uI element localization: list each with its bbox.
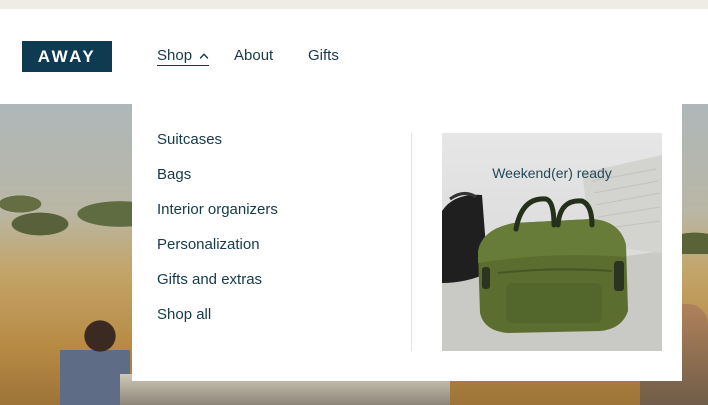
menu-item-gifts-and-extras[interactable]: Gifts and extras [157,271,278,306]
chevron-up-icon [200,53,209,59]
away-logo[interactable]: AWAY [22,41,112,72]
menu-item-shop-all[interactable]: Shop all [157,306,278,341]
menu-divider [411,133,412,351]
nav-shop-label: Shop [157,47,193,64]
shop-dropdown-menu: Suitcases Bags Interior organizers Perso… [132,104,682,381]
promo-title: Weekend(er) ready [492,165,612,181]
nav-gifts[interactable]: Gifts [308,47,339,64]
menu-item-bags[interactable]: Bags [157,166,278,201]
top-announcement-strip [0,0,708,9]
site-header: AWAY Shop About Gifts [0,9,708,104]
menu-item-personalization[interactable]: Personalization [157,236,278,271]
menu-item-suitcases[interactable]: Suitcases [157,131,278,166]
nav-about[interactable]: About [234,47,273,64]
shop-menu-list: Suitcases Bags Interior organizers Perso… [157,131,278,341]
nav-shop[interactable]: Shop [157,47,210,66]
menu-item-interior-organizers[interactable]: Interior organizers [157,201,278,236]
promo-card-weekender[interactable]: Weekend(er) ready [442,133,662,351]
